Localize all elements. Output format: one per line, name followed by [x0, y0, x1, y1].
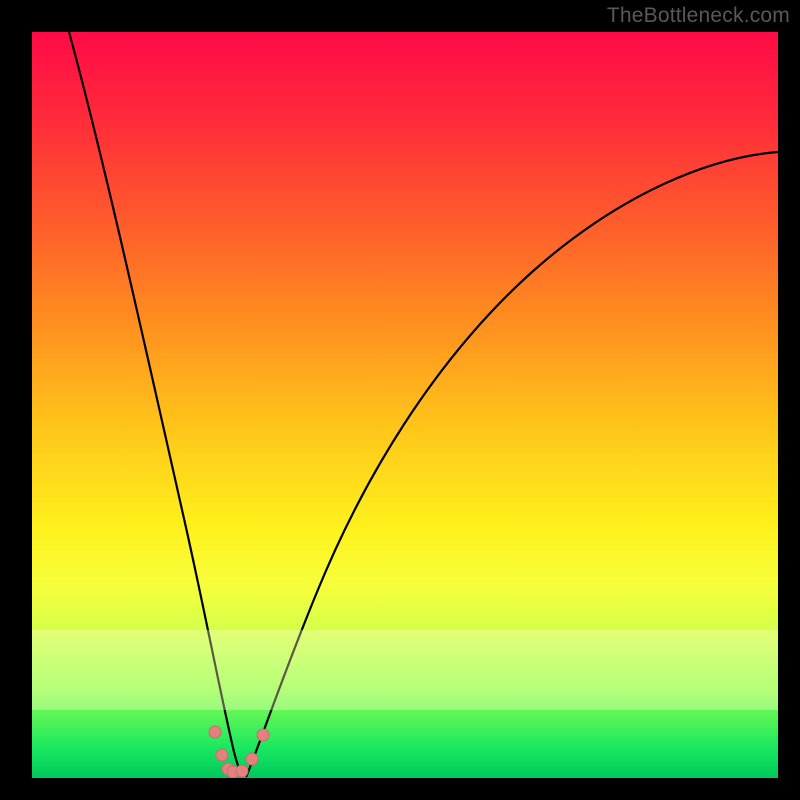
plot-area [32, 32, 778, 778]
curve-right [246, 152, 778, 777]
outer-frame: TheBottleneck.com [0, 0, 800, 800]
curve-left [69, 32, 243, 777]
watermark-text: TheBottleneck.com [607, 4, 790, 28]
marker-cluster [209, 726, 269, 778]
chart-svg [32, 32, 778, 778]
